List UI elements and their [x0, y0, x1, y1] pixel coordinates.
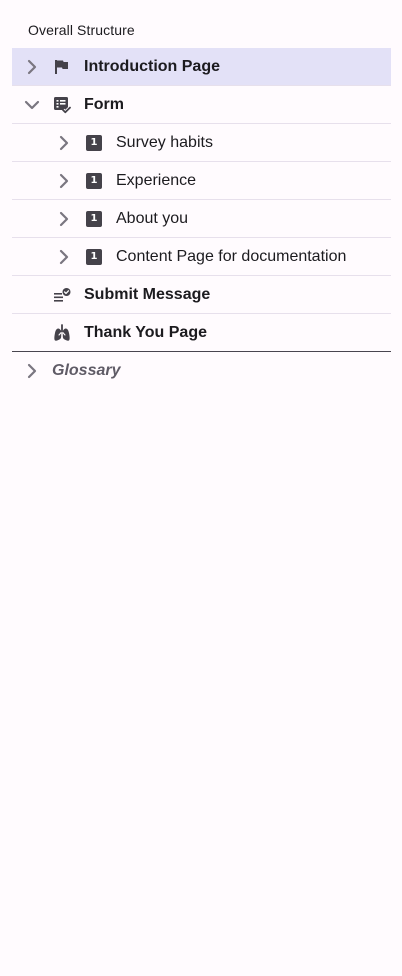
section-title: Overall Structure [28, 22, 135, 38]
chevron-right-icon[interactable] [54, 209, 74, 229]
tree-item-label: About you [116, 210, 189, 227]
flag-icon [53, 58, 71, 76]
form-checklist-icon [53, 96, 71, 114]
tree-item-label: Experience [116, 172, 197, 189]
tree-item-introduction-page[interactable]: Introduction Page [12, 48, 391, 86]
page-number-icon: 1 [85, 134, 103, 152]
tree-item-label: Thank You Page [84, 324, 207, 341]
tree-item-label: Content Page for documentation [116, 248, 347, 265]
tree-item-about-you[interactable]: 1 About you [12, 200, 391, 238]
tree-item-content-page-documentation[interactable]: 1 Content Page for documentation [12, 238, 391, 276]
tree-item-submit-message[interactable]: Submit Message [12, 276, 391, 314]
tree-item-form[interactable]: Form [12, 86, 391, 124]
chevron-down-icon[interactable] [22, 95, 42, 115]
chevron-right-icon[interactable] [22, 361, 42, 381]
tree-item-label: Form [84, 96, 124, 113]
tree-item-glossary[interactable]: Glossary [12, 352, 391, 390]
tree-item-experience[interactable]: 1 Experience [12, 162, 391, 200]
chevron-right-icon[interactable] [54, 247, 74, 267]
chevron-right-icon[interactable] [22, 57, 42, 77]
page-number-icon: 1 [85, 172, 103, 190]
tree-item-label: Glossary [52, 362, 121, 379]
page-number-icon: 1 [85, 248, 103, 266]
chevron-right-icon[interactable] [54, 171, 74, 191]
tree-item-label: Survey habits [116, 134, 213, 151]
tree-item-survey-habits[interactable]: 1 Survey habits [12, 124, 391, 162]
tree-item-thank-you-page[interactable]: Thank You Page [12, 314, 391, 352]
lungs-icon [53, 324, 71, 342]
chevron-right-icon[interactable] [54, 133, 74, 153]
submit-list-check-icon [53, 286, 71, 304]
tree-item-label: Submit Message [84, 286, 211, 303]
tree-item-label: Introduction Page [84, 58, 220, 75]
structure-tree: Introduction Page Form 1 Survey habits 1… [12, 48, 391, 390]
page-number-icon: 1 [85, 210, 103, 228]
